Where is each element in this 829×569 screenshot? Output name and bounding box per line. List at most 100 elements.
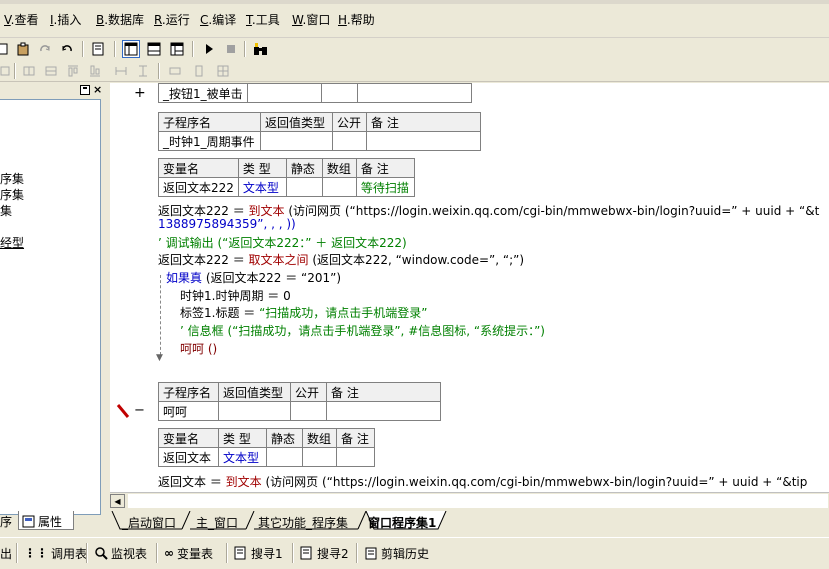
binoculars-icon[interactable]: [252, 40, 270, 58]
variable-remark[interactable]: 等待扫描: [355, 177, 415, 197]
code-line-call[interactable]: 呵呵 (): [180, 340, 217, 357]
menu-view[interactable]: V.查看: [4, 11, 39, 28]
col-header: 备 注: [326, 382, 441, 402]
same-width-icon[interactable]: [166, 62, 184, 80]
collapse-icon[interactable]: −: [134, 403, 145, 418]
menu-insert[interactable]: I.插入: [50, 11, 81, 28]
pencil-icon: [116, 404, 130, 418]
paste-icon[interactable]: [14, 40, 32, 58]
table-cell[interactable]: [285, 177, 323, 197]
event-name[interactable]: _按钮1_被单击: [158, 83, 248, 103]
toolbar-separator: [14, 63, 16, 79]
menu-run[interactable]: R.运行: [154, 11, 190, 28]
table-cell[interactable]: [326, 401, 441, 421]
code-line-comment[interactable]: ’ 信息框 (“扫描成功，请点击手机端登录”, #信息图标, “系统提示：”): [180, 322, 545, 339]
copy-icon[interactable]: [0, 40, 12, 58]
tree-item[interactable]: 序集: [0, 186, 24, 203]
toolbar-separator: [82, 41, 84, 57]
align-bottom-icon[interactable]: [86, 62, 104, 80]
table-cell[interactable]: [290, 401, 327, 421]
variable-type[interactable]: 文本型: [237, 177, 287, 197]
table-cell[interactable]: [218, 401, 291, 421]
tab-main-window[interactable]: 主_窗口: [196, 512, 238, 530]
subprogram-name[interactable]: _时钟1_周期事件: [158, 131, 261, 151]
space-h-icon[interactable]: [112, 62, 130, 80]
code-line[interactable]: 标签1.标题 ＝ “扫描成功，请点击手机端登录”: [180, 304, 428, 321]
menu-window[interactable]: W.窗口: [292, 11, 330, 28]
find-doc-icon[interactable]: [90, 40, 108, 58]
variable-type[interactable]: 文本型: [218, 447, 267, 467]
tab-other-functions[interactable]: 其它功能_程序集: [258, 512, 348, 530]
space-v-icon[interactable]: [134, 62, 152, 80]
run-icon[interactable]: [200, 40, 218, 58]
code-line-comment[interactable]: ’ 调试输出 (“返回文本222：” ＋ 返回文本222): [158, 234, 407, 251]
code-line[interactable]: 返回文本222 ＝ 取文本之间 (返回文本222, “window.code=”…: [158, 251, 524, 268]
subprogram-name[interactable]: 呵呵: [158, 401, 219, 421]
align-left-icon[interactable]: [20, 62, 38, 80]
call-table-button[interactable]: ⋮⋮ 调用表: [24, 543, 87, 563]
col-header: 备 注: [355, 158, 415, 178]
event-cell[interactable]: [246, 83, 322, 103]
code-line[interactable]: 时钟1.时钟周期 ＝ 0: [180, 287, 291, 304]
standard-toolbar: [0, 38, 829, 60]
panel-icon[interactable]: [168, 40, 186, 58]
tab-startup-window[interactable]: _启动窗口: [122, 512, 176, 530]
tab-program[interactable]: 序: [0, 511, 18, 530]
table-cell[interactable]: [321, 177, 357, 197]
output-button[interactable]: 出: [0, 543, 12, 563]
project-panel: × 序集 序集 集 经型: [0, 83, 107, 531]
search2-button[interactable]: 搜寻2: [300, 543, 349, 563]
same-size-icon[interactable]: [214, 62, 232, 80]
code-line[interactable]: 返回文本 ＝ 到文本 (访问网页 (“https://login.weixin.…: [158, 473, 807, 490]
event-cell[interactable]: [356, 83, 472, 103]
menu-database[interactable]: B.数据库: [96, 11, 144, 28]
tree-item[interactable]: 集: [0, 202, 12, 219]
table-cell[interactable]: [336, 447, 375, 467]
code-line[interactable]: 1388975894359”, , , )): [158, 217, 296, 231]
stop-icon[interactable]: [222, 40, 240, 58]
align-center-icon[interactable]: [42, 62, 60, 80]
variable-name[interactable]: 返回文本222: [158, 177, 239, 197]
search1-button[interactable]: 搜寻1: [234, 543, 283, 563]
window-icon[interactable]: [145, 40, 163, 58]
close-icon[interactable]: ×: [93, 83, 102, 96]
tab-properties[interactable]: 属性: [18, 511, 74, 530]
watch-table-button[interactable]: 监视表: [94, 543, 147, 563]
table-cell[interactable]: [260, 131, 333, 151]
code-line-if[interactable]: 如果真 (返回文本222 ＝ “201”): [166, 269, 341, 286]
undo-icon[interactable]: [58, 40, 76, 58]
table-cell[interactable]: [266, 447, 303, 467]
layout-icon[interactable]: [122, 40, 140, 58]
event-cell[interactable]: [320, 83, 358, 103]
variable-table-button[interactable]: ∞ 变量表: [164, 543, 213, 563]
same-height-icon[interactable]: [190, 62, 208, 80]
menu-compile[interactable]: C.编译: [200, 11, 236, 28]
clip-history-button[interactable]: 剪辑历史: [364, 543, 429, 563]
table-cell[interactable]: [302, 447, 337, 467]
expand-icon[interactable]: +: [134, 85, 146, 101]
redo-icon[interactable]: [36, 40, 54, 58]
horizontal-scrollbar[interactable]: ◀: [110, 492, 829, 509]
toolbar-separator: [226, 543, 228, 563]
pin-icon[interactable]: [80, 85, 90, 95]
scroll-track[interactable]: [128, 494, 828, 508]
toolbar-separator: [292, 543, 294, 563]
variable-name[interactable]: 返回文本: [158, 447, 219, 467]
code-tabs: _启动窗口 主_窗口 其它功能_程序集 窗口程序集1: [110, 511, 829, 531]
search-doc-icon: [300, 546, 312, 560]
col-header: 静态: [266, 428, 303, 448]
tab-window-assembly[interactable]: 窗口程序集1: [368, 512, 436, 530]
menu-tools[interactable]: T.工具: [246, 11, 280, 28]
tree-item[interactable]: 序集: [0, 170, 24, 187]
toolbar-separator: [356, 543, 358, 563]
align-top-icon[interactable]: [64, 62, 82, 80]
table-cell[interactable]: [332, 131, 367, 151]
table-cell[interactable]: [366, 131, 481, 151]
tree-item-selected[interactable]: 经型: [0, 234, 24, 251]
menu-help[interactable]: H.帮助: [338, 11, 375, 28]
tab-properties-label: 属性: [38, 514, 63, 529]
align-icon[interactable]: [0, 62, 14, 80]
scroll-left-icon[interactable]: ◀: [110, 494, 125, 508]
project-tree[interactable]: 序集 序集 集 经型: [0, 99, 101, 515]
code-editor[interactable]: + _按钮1_被单击 子程序名 返回值类型 公开 备 注 _时钟1_周期事件 变…: [110, 83, 829, 492]
